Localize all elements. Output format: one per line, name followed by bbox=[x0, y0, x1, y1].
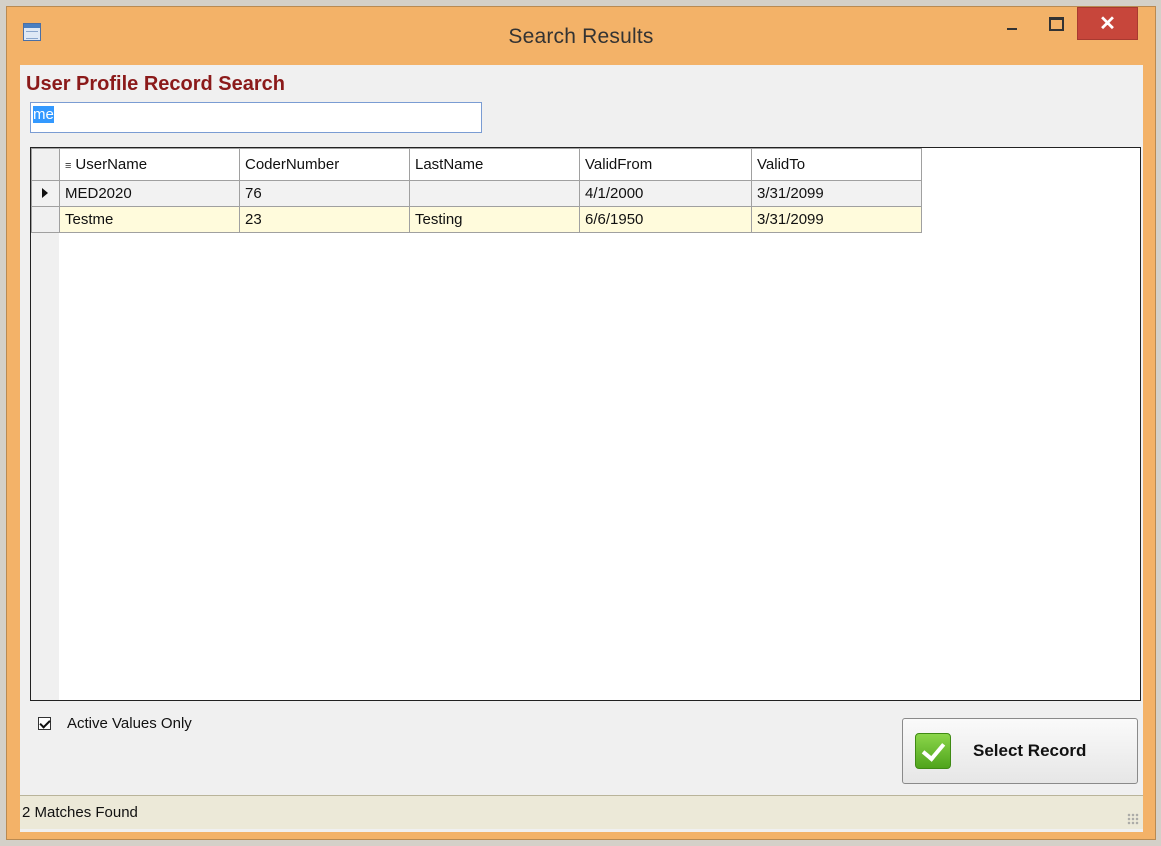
maximize-icon bbox=[1048, 16, 1064, 31]
row-header[interactable] bbox=[31, 206, 60, 233]
search-input-value: me bbox=[33, 106, 54, 123]
resize-grip-icon[interactable] bbox=[1127, 813, 1139, 825]
results-table: ≡ UserName CoderNumber LastName ValidFrom… bbox=[31, 148, 922, 233]
column-chooser-icon: ≡ bbox=[65, 160, 72, 172]
cell-validto[interactable]: 3/31/2099 bbox=[751, 206, 922, 233]
minimize-icon bbox=[1007, 27, 1017, 30]
cell-validto[interactable]: 3/31/2099 bbox=[751, 180, 922, 207]
title-bar[interactable]: Search Results ✕ bbox=[7, 7, 1155, 65]
select-record-label: Select Record bbox=[973, 741, 1087, 760]
table-row[interactable]: Testme 23 Testing 6/6/1950 3/31/2099 bbox=[31, 206, 922, 233]
cell-codernumber[interactable]: 23 bbox=[239, 206, 410, 233]
table-row[interactable]: MED2020 76 4/1/2000 3/31/2099 bbox=[31, 180, 922, 207]
status-text: 2 Matches Found bbox=[22, 804, 138, 821]
grid-corner[interactable] bbox=[31, 148, 60, 181]
column-header-validfrom[interactable]: ValidFrom bbox=[579, 148, 752, 181]
checkmark-icon bbox=[915, 733, 951, 769]
row-header[interactable] bbox=[31, 180, 60, 207]
cell-validfrom[interactable]: 6/6/1950 bbox=[579, 206, 752, 233]
cell-validfrom[interactable]: 4/1/2000 bbox=[579, 180, 752, 207]
column-header-username[interactable]: ≡ UserName bbox=[59, 148, 240, 181]
close-button[interactable]: ✕ bbox=[1077, 7, 1138, 40]
column-header-lastname[interactable]: LastName bbox=[409, 148, 580, 181]
cell-lastname[interactable] bbox=[409, 180, 580, 207]
active-values-only-toggle[interactable]: Active Values Only bbox=[38, 715, 192, 732]
results-grid[interactable]: ≡ UserName CoderNumber LastName ValidFrom… bbox=[30, 147, 1141, 701]
search-results-window: Search Results ✕ User Profile Record Sea… bbox=[6, 6, 1156, 840]
form-heading: User Profile Record Search bbox=[26, 73, 285, 95]
current-row-arrow-icon bbox=[42, 188, 48, 198]
cell-username[interactable]: MED2020 bbox=[59, 180, 240, 207]
cell-username[interactable]: Testme bbox=[59, 206, 240, 233]
select-record-button[interactable]: Select Record bbox=[902, 718, 1138, 784]
window-title: Search Results bbox=[508, 25, 654, 48]
close-icon: ✕ bbox=[1099, 13, 1116, 35]
client-area: User Profile Record Search me ≡ UserName … bbox=[20, 65, 1143, 832]
search-input[interactable]: me bbox=[30, 102, 482, 133]
active-values-only-checkbox[interactable] bbox=[38, 717, 51, 730]
column-header-validto[interactable]: ValidTo bbox=[751, 148, 922, 181]
column-header-codernumber[interactable]: CoderNumber bbox=[239, 148, 410, 181]
status-bar: 2 Matches Found bbox=[20, 795, 1143, 829]
cell-codernumber[interactable]: 76 bbox=[239, 180, 410, 207]
minimize-button[interactable] bbox=[995, 7, 1029, 40]
maximize-button[interactable] bbox=[1039, 7, 1073, 40]
active-values-only-label: Active Values Only bbox=[67, 715, 192, 732]
cell-lastname[interactable]: Testing bbox=[409, 206, 580, 233]
header-row: ≡ UserName CoderNumber LastName ValidFrom… bbox=[31, 148, 922, 181]
